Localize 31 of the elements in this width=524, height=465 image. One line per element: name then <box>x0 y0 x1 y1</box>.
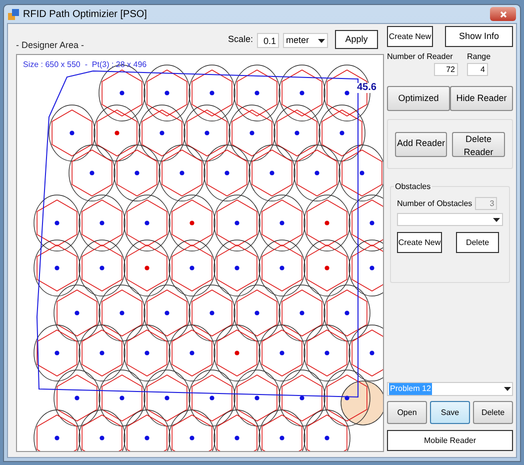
hide-reader-button[interactable]: Hide Reader <box>450 86 513 111</box>
dropdown-caret-icon <box>504 387 511 391</box>
reader-count-input[interactable]: 72 <box>434 63 458 76</box>
delete-reader-button[interactable]: Delete Reader <box>452 132 505 156</box>
file-button[interactable]: Open <box>387 401 427 424</box>
file-button[interactable]: Save <box>430 401 470 424</box>
mobile-reader-button[interactable]: Mobile Reader <box>387 430 513 451</box>
apply-button[interactable]: Apply <box>335 30 378 49</box>
optimized-button[interactable]: Optimized <box>387 86 450 111</box>
obstacle-count-label: Number of Obstacles <box>397 198 472 210</box>
file-button[interactable]: Delete <box>473 401 513 424</box>
delete-obstacle-button[interactable]: Delete <box>456 232 499 253</box>
range-label: Range <box>467 51 491 63</box>
distance-label: 45.6 <box>357 83 376 93</box>
dropdown-caret-icon <box>493 218 500 222</box>
range-input[interactable]: 4 <box>467 63 488 76</box>
scale-input[interactable]: 0.1 <box>257 33 279 48</box>
obstacle-count-input[interactable]: 3 <box>475 197 498 210</box>
app-icon <box>8 8 19 20</box>
close-icon <box>500 10 506 18</box>
scale-label: Scale: <box>228 32 253 46</box>
show-info-button[interactable]: Show Info <box>445 26 513 47</box>
reader-count-label: Number of Reader <box>387 51 453 63</box>
close-button[interactable] <box>490 7 516 21</box>
unit-dropdown[interactable]: meter <box>283 33 328 48</box>
dropdown-caret-icon <box>318 38 325 42</box>
add-reader-button[interactable]: Add Reader <box>395 132 447 156</box>
create-new-button[interactable]: Create New <box>387 26 433 47</box>
create-obstacle-button[interactable]: Create New <box>397 232 442 253</box>
window-title: RFID Path Optimizier [PSO] <box>23 8 148 22</box>
designer-area-label: - Designer Area - <box>16 38 86 52</box>
